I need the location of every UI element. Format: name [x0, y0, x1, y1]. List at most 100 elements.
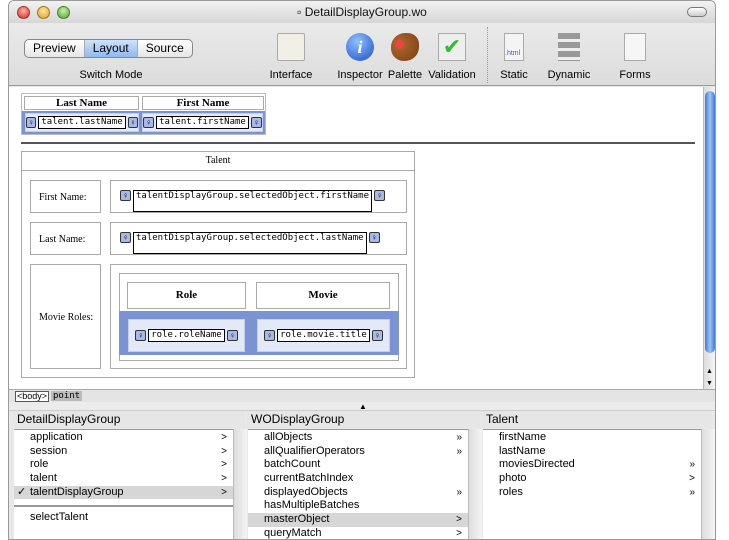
binding-label: talent.firstName	[156, 116, 249, 129]
close-button[interactable]	[17, 6, 30, 19]
browser-item-label: roles	[499, 485, 523, 498]
browser-column-displaygroup[interactable]: allObjects » allQualifierOperators » batchCo…	[248, 429, 468, 539]
disclosure-arrow-icon: >	[221, 445, 227, 457]
checkmark-icon: ✓	[17, 485, 27, 498]
talent-table-title: Talent	[21, 151, 415, 171]
browser-item[interactable]: batchCount	[248, 458, 468, 472]
disclosure-arrow-icon: >	[221, 432, 227, 443]
browser-item[interactable]: session >	[14, 445, 233, 459]
source-mode-button[interactable]: Source	[138, 40, 192, 57]
browser-item[interactable]: hasMultipleBatches	[248, 499, 468, 513]
horizontal-rule	[21, 142, 695, 144]
toolbar: Preview Layout Source Switch Mode Interf…	[9, 23, 715, 86]
title-bar: ▫ DetailDisplayGroup.wo	[9, 1, 715, 23]
split-view-handle[interactable]: ▲	[9, 402, 715, 411]
scroll-down-arrow[interactable]: ▼	[706, 380, 713, 387]
first-name-cell[interactable]: ♀ talentDisplayGroup.selectedObject.first…	[110, 180, 407, 213]
path-point[interactable]: point	[51, 391, 83, 401]
zoom-button[interactable]	[57, 6, 70, 19]
html-doc-icon: .html	[504, 33, 524, 61]
first-name-label: First Name:	[30, 180, 101, 213]
layout-vertical-scrollbar[interactable]: ▲ ▼	[703, 87, 715, 389]
interface-icon	[277, 33, 305, 61]
wo-element-icon: ♀	[374, 190, 385, 201]
header-first-name: First Name	[142, 96, 264, 110]
browser-item-label: hasMultipleBatches	[264, 499, 360, 512]
disclosure-arrow-icon: >	[689, 473, 695, 485]
toolbar-toggle-button[interactable]	[687, 7, 707, 17]
browser-item[interactable]: role >	[14, 458, 233, 472]
disclosure-arrow-icon: »	[456, 445, 462, 457]
browser-item-label: masterObject	[264, 513, 330, 526]
layout-editor[interactable]: Last Name First Name ♀ talent.lastName ♀ ♀…	[9, 87, 703, 389]
wostring-first-name[interactable]: ♀ talent.firstName ♀	[142, 113, 263, 132]
wostring-role-name[interactable]: ♀ role.roleName ♀	[128, 319, 245, 352]
path-body[interactable]: <body>	[15, 391, 50, 402]
column-1-scrollbar[interactable]	[468, 429, 482, 539]
binding-label: talentDisplayGroup.selectedObject.lastNa…	[133, 232, 367, 254]
last-name-label: Last Name:	[30, 222, 101, 255]
movie-roles-label: Movie Roles:	[30, 264, 101, 369]
disclosure-arrow-icon: »	[689, 486, 695, 498]
browser-action-item[interactable]: selectTalent	[14, 511, 233, 525]
disclosure-arrow-icon: »	[456, 486, 462, 498]
header-movie: Movie	[256, 282, 390, 309]
column-0-scrollbar[interactable]	[233, 429, 247, 539]
browser-item[interactable]: moviesDirected »	[483, 458, 701, 472]
browser-item-label: moviesDirected	[499, 458, 575, 471]
browser-item-label: talentDisplayGroup	[30, 485, 124, 498]
element-path-bar: <body> point	[9, 389, 715, 402]
browser-item[interactable]: allQualifierOperators »	[248, 445, 468, 459]
column-2-scrollbar[interactable]	[701, 429, 715, 539]
wo-element-icon: ♀	[143, 117, 155, 128]
wo-element-icon: ♀	[264, 330, 276, 341]
window: ▫ DetailDisplayGroup.wo Preview Layout S…	[8, 0, 716, 540]
wo-element-icon: ♀	[250, 117, 262, 128]
mode-switch[interactable]: Preview Layout Source	[24, 39, 193, 58]
dynamic-elements-icon	[558, 33, 580, 61]
browser-item-label: firstName	[499, 431, 547, 443]
browser-item[interactable]: queryMatch >	[248, 527, 468, 539]
browser-item[interactable]: application >	[14, 431, 233, 445]
inspector-label: Inspector	[337, 69, 383, 81]
column-header-2: Talent	[482, 411, 712, 428]
browser-column-talent[interactable]: firstName lastName moviesDirected» photo > ro…	[483, 429, 701, 539]
binding-label: role.movie.title	[277, 329, 370, 342]
wo-element-icon: ♀	[120, 232, 131, 243]
last-name-cell[interactable]: ♀ talentDisplayGroup.selectedObject.lastN…	[110, 222, 407, 255]
scroll-up-arrow[interactable]: ▲	[706, 368, 713, 375]
browser-item[interactable]: roles »	[483, 486, 701, 500]
browser-item[interactable]: ✓ talentDisplayGroup >	[14, 485, 233, 500]
disclosure-arrow-icon: >	[456, 527, 462, 539]
disclosure-arrow-icon: »	[456, 432, 462, 443]
wo-element-icon: ♀	[26, 117, 37, 128]
browser-item-label: role	[30, 458, 49, 471]
wo-element-icon: ♀	[226, 330, 238, 341]
browser-item[interactable]: talent >	[14, 472, 233, 486]
binding-label: talent.lastName	[38, 116, 126, 129]
layout-mode-button[interactable]: Layout	[84, 40, 138, 57]
browser-item[interactable]: lastName	[483, 445, 701, 459]
info-icon: i	[346, 33, 374, 61]
preview-mode-button[interactable]: Preview	[25, 40, 85, 57]
browser-item-label: lastName	[499, 444, 546, 457]
browser-column-keys[interactable]: application > session > role > talent > ✓ talentD…	[14, 429, 233, 539]
browser-item[interactable]: currentBatchIndex	[248, 472, 468, 486]
browser-item-label: displayedObjects	[264, 485, 348, 498]
wo-element-icon: ♀	[368, 232, 380, 243]
minimize-button[interactable]	[37, 6, 50, 19]
forms-label: Forms	[619, 69, 651, 81]
disclosure-arrow-icon: >	[221, 459, 227, 471]
wostring-last-name[interactable]: ♀ talent.lastName ♀	[25, 113, 139, 132]
browser-item[interactable]: firstName	[483, 431, 701, 445]
browser-item[interactable]: masterObject >	[248, 513, 468, 527]
browser-item[interactable]: displayedObjects »	[248, 486, 468, 500]
disclosure-arrow-icon: >	[456, 514, 462, 526]
wostring-movie-title[interactable]: ♀ role.movie.title ♀	[257, 319, 390, 352]
scroll-thumb[interactable]	[705, 91, 715, 353]
browser-item[interactable]: photo >	[483, 472, 701, 486]
browser-item[interactable]: allObjects »	[248, 431, 468, 445]
browser-item-label: application	[30, 431, 83, 443]
column-header-0: DetailDisplayGroup	[13, 411, 245, 428]
binding-label: talentDisplayGroup.selectedObject.firstN…	[133, 190, 372, 212]
